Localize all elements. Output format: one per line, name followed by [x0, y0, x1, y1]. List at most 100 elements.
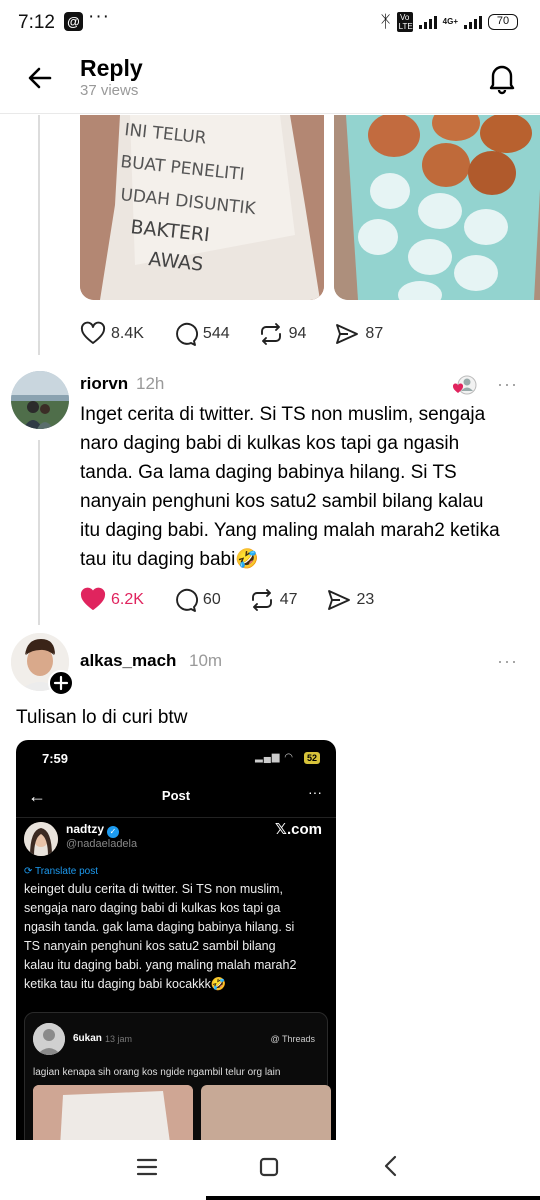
text-line: naro daging babi di kulkas kos tapi ga n…: [80, 433, 460, 454]
signal-icon-2: [464, 15, 482, 29]
back-button[interactable]: [24, 62, 56, 94]
thread-line: [38, 115, 40, 355]
shot-display-name: nadtzy ✓: [66, 822, 120, 838]
text-line: TS nanyain penghuni kos satu2 sambil bil…: [24, 939, 276, 953]
bell-icon: [489, 65, 515, 95]
network-type-label: 4G+: [442, 17, 458, 26]
recents-button[interactable]: [136, 1156, 158, 1178]
shot-handle: @nadaeladela: [66, 838, 138, 850]
heart-icon: [80, 321, 106, 344]
share-button[interactable]: 23: [326, 587, 375, 613]
egg-tray-photo: [334, 115, 540, 300]
text-line: kalau itu daging babi. yang maling malah…: [24, 958, 297, 972]
text-line: nanyain penghuni kos satu2 sambil bilang…: [80, 491, 484, 512]
quote-time: 13 jam: [105, 1034, 133, 1044]
timestamp: 12h: [136, 374, 165, 393]
repost-button[interactable]: 94: [258, 321, 307, 347]
reply-action-row: 6.2K 60 47 23: [80, 587, 402, 613]
home-button[interactable]: [258, 1156, 280, 1178]
heart-filled-icon: [80, 587, 106, 610]
menu-icon: [136, 1158, 158, 1176]
comment-count: 544: [202, 325, 230, 342]
battery-icon: 70: [488, 14, 518, 30]
bluetooth-icon: ᛡ: [380, 12, 391, 31]
shot-avatar-image: [24, 822, 58, 856]
repost-count: 94: [288, 325, 307, 342]
text-line: ngasih tanda. gak lama daging babinya hi…: [24, 920, 295, 934]
status-bar: 7:12 @ ··· ᛡ Vo LTE 4G+ 70: [0, 0, 540, 44]
avatar[interactable]: [11, 371, 69, 429]
avatar-image: [11, 371, 69, 429]
gesture-pill: [206, 1196, 540, 1200]
liked-by-author-badge: [452, 372, 478, 398]
system-nav-bar: [0, 1140, 540, 1200]
text-line: tanda. Ga lama daging babinya hilang. Si…: [80, 462, 457, 483]
op-photo-carousel[interactable]: INI TELUR BUAT PENELITI UDAH DISUNTIK BA…: [80, 115, 540, 300]
repost-button[interactable]: 47: [249, 587, 298, 613]
quote-text: lagian kenapa sih orang kos ngide ngambi…: [33, 1067, 281, 1078]
repost-icon: [251, 589, 272, 611]
comment-icon: [176, 588, 198, 612]
quote-source: @ Threads: [270, 1034, 315, 1044]
share-button[interactable]: 87: [334, 321, 383, 347]
share-count: 23: [356, 591, 375, 608]
status-right-group: ᛡ Vo LTE 4G+ 70: [380, 12, 518, 32]
repost-icon: [260, 323, 281, 345]
page-title: Reply: [80, 55, 143, 81]
text-line: sengaja naro daging babi di kulkas kos t…: [24, 901, 281, 915]
text-line: tau itu daging babi🤣: [80, 549, 259, 570]
shot-avatar: [24, 822, 58, 856]
like-button[interactable]: 6.2K: [80, 587, 144, 613]
username[interactable]: riorvn: [80, 374, 128, 394]
like-count: 8.4K: [111, 325, 144, 342]
text-line: keinget dulu cerita di twitter. Si TS no…: [24, 882, 283, 896]
quote-photo: WAIN: [33, 1085, 193, 1140]
comment-button[interactable]: 60: [172, 587, 221, 613]
op-photo-note[interactable]: INI TELUR BUAT PENELITI UDAH DISUNTIK BA…: [80, 115, 324, 300]
shot-translate-link: ⟳ Translate post: [24, 866, 98, 877]
threads-app-icon: @: [64, 12, 83, 31]
quote-photo-image: WAIN: [33, 1085, 193, 1140]
op-photo-eggs[interactable]: [334, 115, 540, 300]
shot-signal-icon: ▂▄▆ ◠: [255, 752, 294, 763]
shot-more-icon: ···: [308, 784, 322, 800]
shot-translate-text: Translate post: [34, 866, 98, 877]
comment-button[interactable]: 544: [172, 321, 230, 347]
comment-count: 60: [202, 591, 221, 608]
notifications-button[interactable]: [486, 61, 518, 95]
status-more-icon: ···: [88, 6, 110, 27]
signal-icon: [418, 15, 437, 29]
shot-post-text: keinget dulu cerita di twitter. Si TS no…: [24, 880, 330, 994]
like-count: 6.2K: [111, 591, 144, 608]
quote-source-text: Threads: [281, 1034, 315, 1044]
more-options-icon[interactable]: ···: [497, 651, 518, 672]
thread-line: [38, 440, 40, 625]
volte-icon: Vo LTE: [396, 12, 413, 32]
quote-avatar: [33, 1023, 65, 1055]
op-action-row: 8.4K 544 94 87: [80, 321, 411, 347]
quote-username: 6ukan: [73, 1033, 102, 1044]
repost-count: 47: [279, 591, 298, 608]
text-line: ketika tau itu daging babi kocakkk🤣: [24, 977, 227, 991]
system-back-button[interactable]: [380, 1154, 402, 1178]
comment-icon: [176, 322, 198, 346]
shot-header: ← Post ···: [16, 778, 336, 818]
shot-status-time: 7:59: [42, 751, 69, 766]
text-line: Inget cerita di twitter. Si TS non musli…: [80, 404, 486, 425]
timestamp: 10m: [189, 651, 223, 670]
username[interactable]: alkas_mach: [80, 651, 176, 671]
send-icon: [336, 324, 359, 344]
default-avatar-icon: [33, 1023, 65, 1055]
share-count: 87: [365, 325, 384, 342]
user-heart-icon: [452, 375, 477, 395]
shot-battery: 52: [303, 752, 320, 764]
shot-name-text: nadtzy: [66, 822, 105, 836]
more-options-icon[interactable]: ···: [497, 374, 518, 395]
arrow-left-icon: [28, 67, 52, 89]
square-icon: [259, 1157, 279, 1177]
attached-screenshot[interactable]: 7:59 ▂▄▆ ◠ 52 ← Post ··· nadtzy ✓ @nadael…: [16, 740, 336, 1140]
verified-icon: ✓: [107, 826, 120, 838]
like-button[interactable]: 8.4K: [80, 321, 144, 347]
plus-icon: [53, 675, 69, 691]
follow-button[interactable]: [48, 670, 74, 696]
